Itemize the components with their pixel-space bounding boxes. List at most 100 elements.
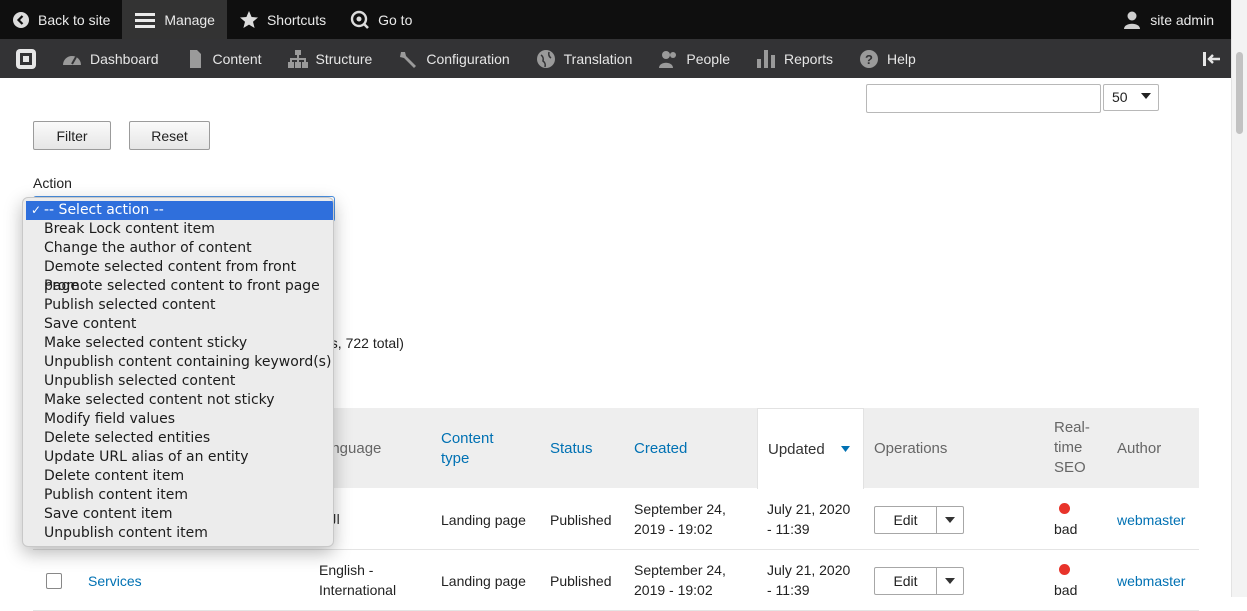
shortcuts-label: Shortcuts	[266, 11, 327, 28]
row-status: Published	[550, 573, 612, 589]
go-to-tab[interactable]: Go to	[338, 0, 424, 39]
tray-item-translation[interactable]: Translation	[523, 39, 646, 78]
home-icon	[16, 48, 36, 69]
action-option[interactable]: Make selected content sticky	[23, 334, 333, 353]
action-option[interactable]: ✓ -- Select action --	[26, 201, 333, 220]
manage-label: Manage	[164, 11, 215, 28]
header-seo: Real- time SEO	[1054, 418, 1090, 478]
globe-icon	[536, 49, 555, 68]
tray-item-structure[interactable]: Structure	[275, 39, 386, 78]
action-option[interactable]: Make selected content not sticky	[23, 391, 333, 410]
back-to-site-label: Back to site	[38, 11, 111, 28]
header-seo-line2: time	[1054, 439, 1083, 456]
action-option[interactable]: Unpublish content item	[23, 524, 333, 543]
row-select-checkbox[interactable]	[46, 573, 62, 589]
row-author-link[interactable]: webmaster	[1117, 510, 1185, 530]
action-label: Action	[33, 175, 72, 191]
row-updated-line2: - 11:39	[767, 582, 810, 598]
back-arrow-icon	[13, 11, 29, 28]
action-option[interactable]: Modify field values	[23, 410, 333, 429]
tray-item-configuration[interactable]: Configuration	[385, 39, 522, 78]
scrollbar-thumb[interactable]	[1236, 52, 1243, 134]
tray-label: Dashboard	[90, 50, 159, 67]
action-option-label: Publish content item	[44, 487, 189, 503]
action-option[interactable]: Break Lock content item	[23, 220, 333, 239]
items-per-page-value: 50	[1112, 89, 1128, 105]
header-status[interactable]: Status	[550, 439, 593, 459]
document-icon	[189, 49, 201, 68]
row-updated-line1: July 21, 2020	[767, 562, 851, 578]
header-updated-cell[interactable]: Updated	[757, 408, 864, 489]
tray-item-people[interactable]: People	[645, 39, 743, 78]
action-option[interactable]: Publish content item	[23, 486, 333, 505]
chevron-down-icon	[1141, 93, 1151, 99]
action-option[interactable]: Delete content item	[23, 467, 333, 486]
action-option-label: Update URL alias of an entity	[44, 449, 249, 465]
header-seo-line1: Real-	[1054, 419, 1090, 436]
action-option[interactable]: Save content	[23, 315, 333, 334]
row-content-type: Landing page	[441, 573, 526, 589]
home-button[interactable]	[0, 39, 52, 78]
dashboard-icon	[63, 55, 81, 65]
tray-label: Help	[887, 50, 916, 67]
row-author-link[interactable]: webmaster	[1117, 571, 1185, 591]
action-option[interactable]: Delete selected entities	[23, 429, 333, 448]
collapse-tray-button[interactable]	[1192, 51, 1232, 67]
shortcuts-tab[interactable]: Shortcuts	[227, 0, 338, 39]
row-updated-line1: July 21, 2020	[767, 501, 851, 517]
action-option[interactable]: Unpublish selected content	[23, 372, 333, 391]
operations-dropbutton: Edit	[874, 506, 964, 534]
tray-item-content[interactable]: Content	[172, 39, 275, 78]
row-created-line2: 2019 - 19:02	[634, 582, 713, 598]
tray-label: Content	[212, 50, 262, 67]
tray-item-help[interactable]: ? Help	[846, 39, 929, 78]
items-per-page-select[interactable]: 50	[1103, 84, 1159, 111]
action-option[interactable]: Publish selected content	[23, 296, 333, 315]
row-seo: bad	[1054, 521, 1078, 537]
action-option[interactable]: Change the author of content	[23, 239, 333, 258]
action-option-label: Promote selected content to front page	[44, 278, 320, 294]
reset-button[interactable]: Reset	[129, 121, 210, 150]
action-option[interactable]: Unpublish content containing keyword(s)	[23, 353, 333, 372]
row-updated: July 21, 2020 - 11:39	[767, 560, 850, 600]
action-option-label: Make selected content sticky	[44, 335, 248, 351]
row-status: Published	[550, 512, 612, 528]
user-icon	[1124, 11, 1141, 29]
operations-dropbutton: Edit	[874, 567, 964, 595]
operations-toggle[interactable]	[937, 568, 963, 594]
wrench-icon	[400, 51, 417, 68]
table-row: Services English - International Landing…	[33, 550, 1199, 611]
action-option-label: Save content	[44, 316, 137, 332]
filter-button[interactable]: Filter	[33, 121, 111, 150]
action-option-label: Delete content item	[44, 468, 185, 484]
edit-button[interactable]: Edit	[875, 507, 937, 533]
tray-item-reports[interactable]: Reports	[743, 39, 846, 78]
header-content-type[interactable]: Content type	[441, 429, 494, 469]
admin-tray: Dashboard Content Structure Configuratio…	[0, 39, 1232, 78]
action-option[interactable]: Save content item	[23, 505, 333, 524]
header-content-type-line2: type	[441, 450, 470, 467]
action-option-label: Make selected content not sticky	[44, 392, 275, 408]
page-scrollbar[interactable]	[1231, 0, 1247, 597]
action-option[interactable]: Demote selected content from front page	[23, 258, 333, 294]
collapse-icon	[1203, 51, 1220, 66]
manage-tab[interactable]: Manage	[122, 0, 227, 39]
row-content-type: Landing page	[441, 512, 526, 528]
user-menu[interactable]: site admin	[1110, 0, 1232, 39]
action-option[interactable]: Promote selected content to front page	[23, 277, 333, 296]
action-option[interactable]: Update URL alias of an entity	[23, 448, 333, 467]
edit-button[interactable]: Edit	[875, 568, 937, 594]
tray-item-dashboard[interactable]: Dashboard	[52, 39, 172, 78]
row-title-link[interactable]: Services	[88, 571, 142, 591]
header-created[interactable]: Created	[634, 439, 687, 459]
structure-icon	[287, 49, 308, 68]
bar-chart-icon	[756, 49, 775, 68]
row-created-line1: September 24,	[634, 562, 726, 578]
admin-toolbar: Back to site Manage Shortcuts Go to site…	[0, 0, 1232, 39]
action-option-label: Change the author of content	[44, 240, 252, 256]
action-option-label: Save content item	[44, 506, 173, 522]
search-input[interactable]	[866, 84, 1101, 113]
back-to-site-link[interactable]: Back to site	[0, 0, 122, 39]
operations-toggle[interactable]	[937, 507, 963, 533]
hamburger-icon	[135, 12, 156, 28]
